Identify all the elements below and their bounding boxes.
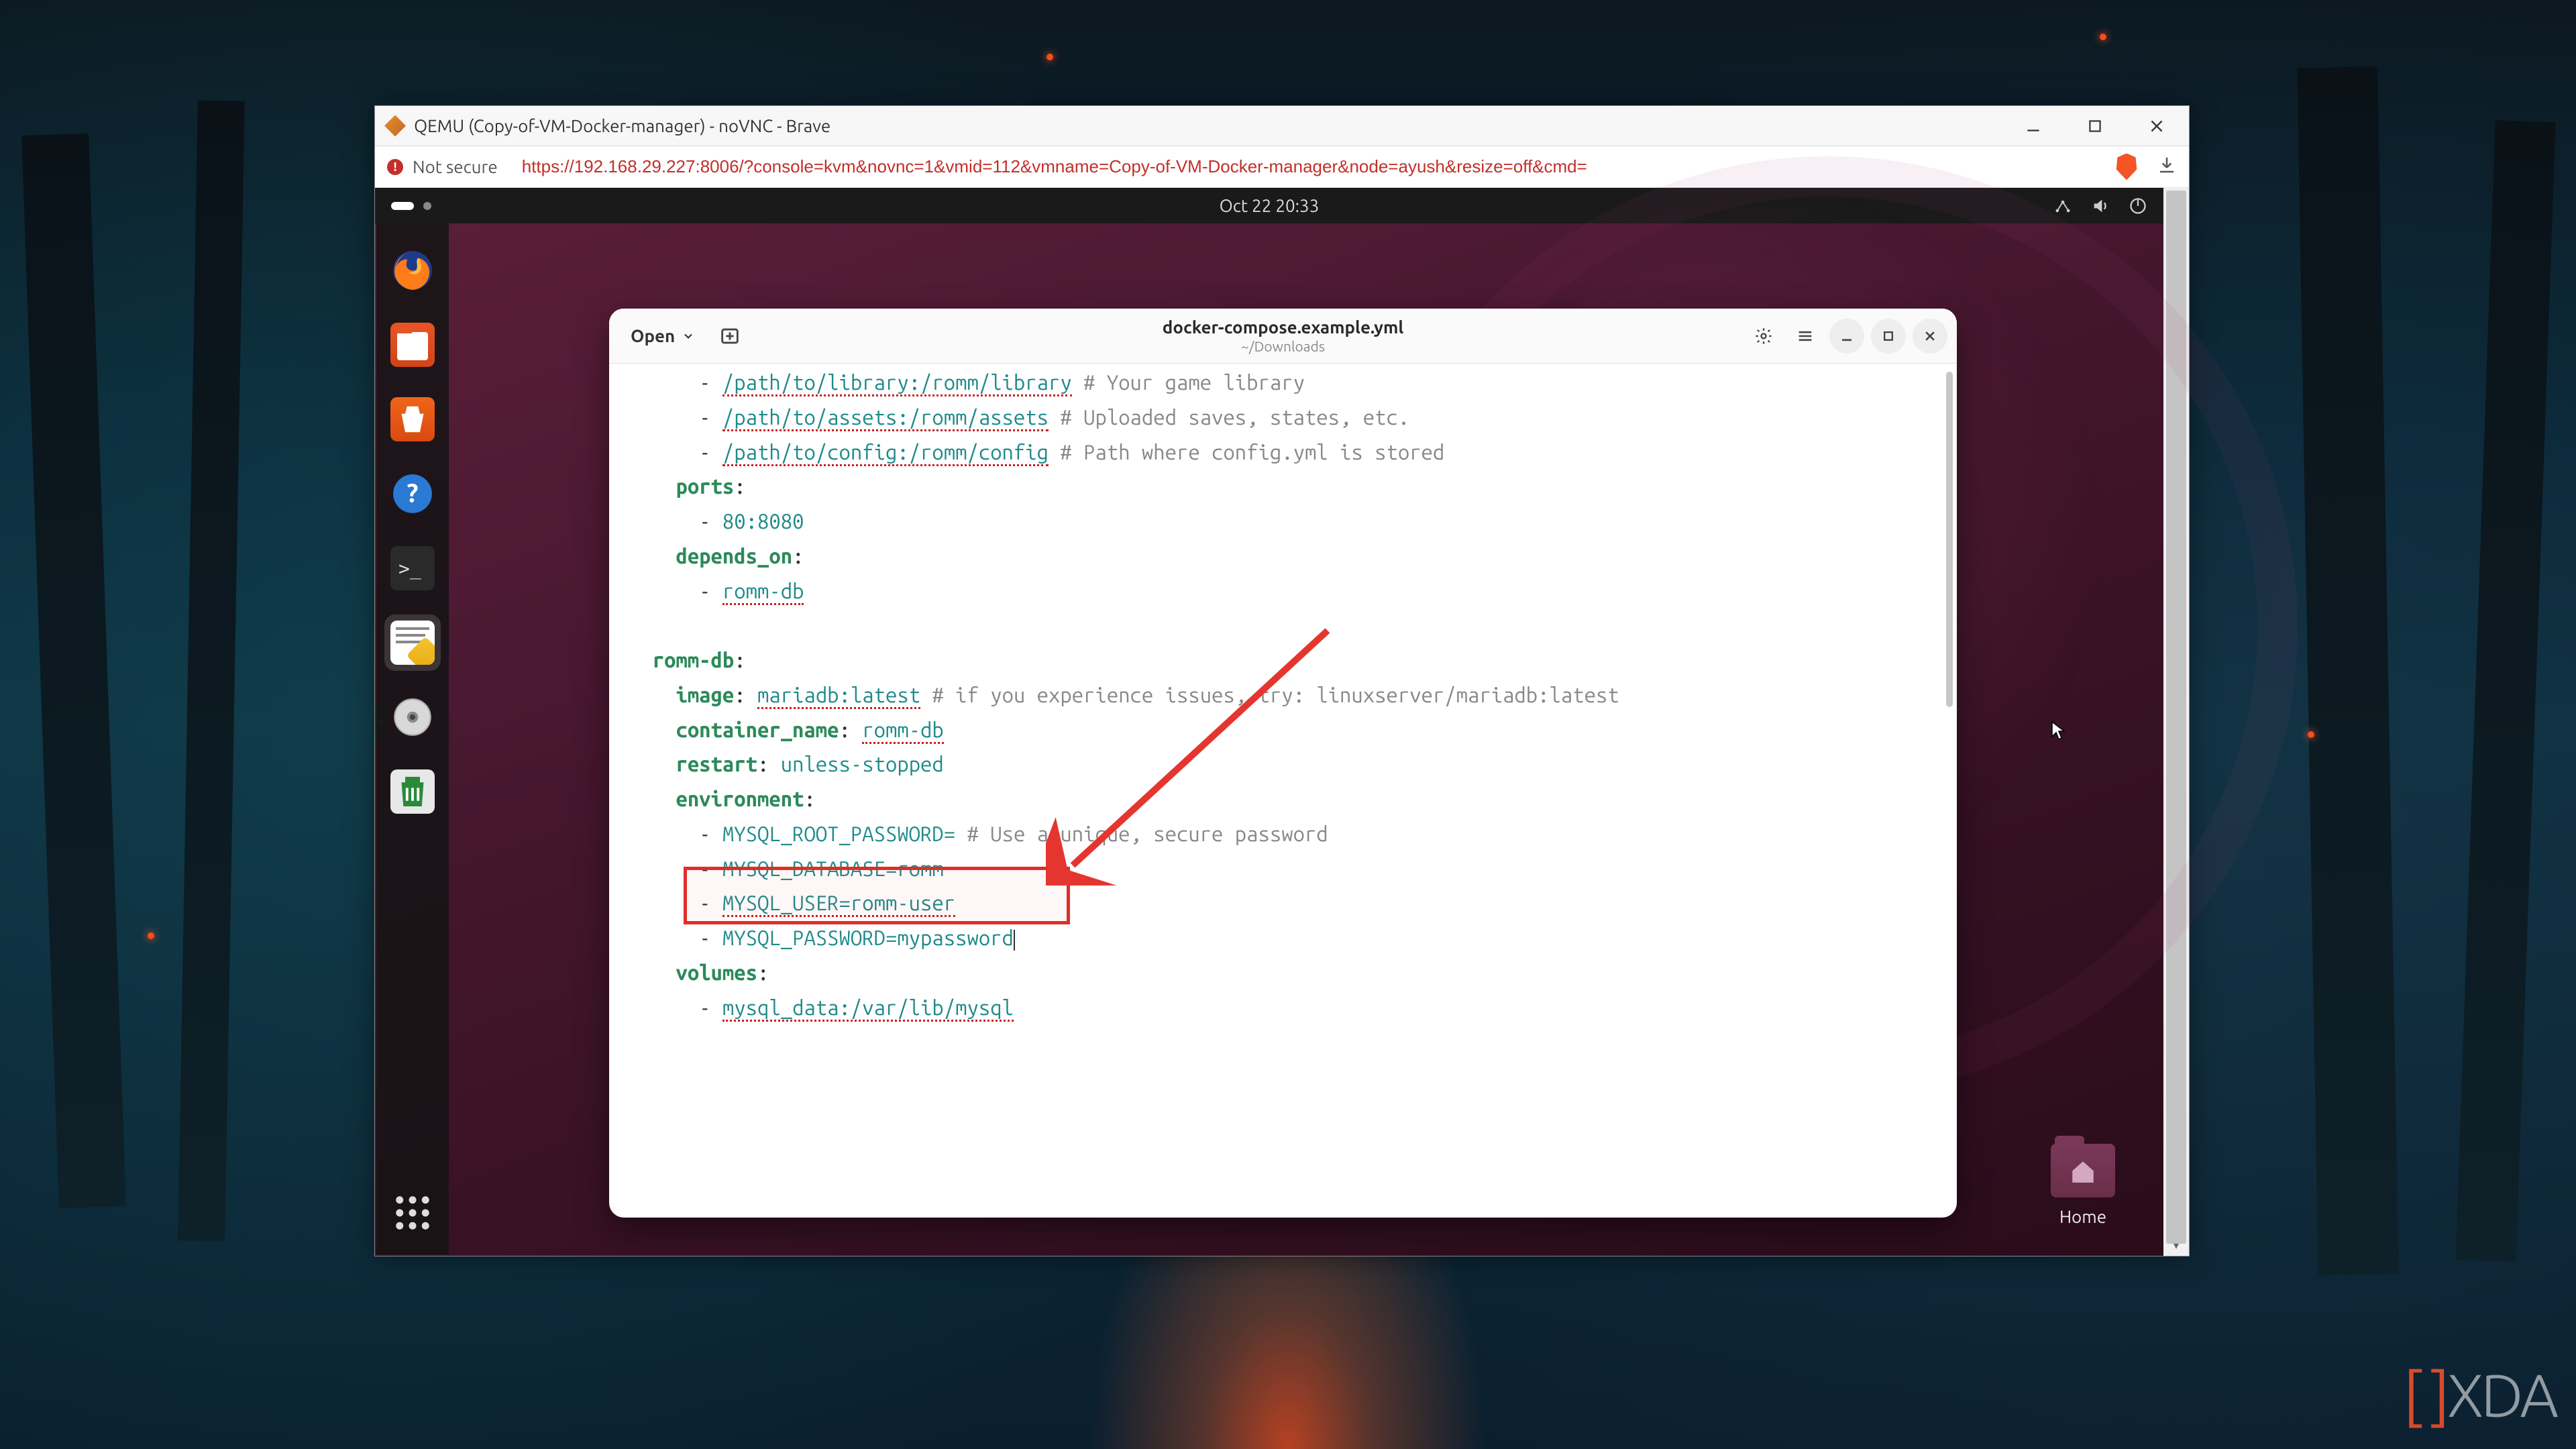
vnc-viewport: Oct 22 20:33 › bbox=[375, 188, 2163, 1256]
dock-show-apps[interactable] bbox=[384, 1185, 441, 1241]
editor-content[interactable]: - /path/to/library:/romm/library # Your … bbox=[609, 364, 1957, 1218]
new-tab-button[interactable] bbox=[712, 319, 747, 354]
workspace-dot-icon bbox=[423, 202, 431, 210]
window-close-button[interactable] bbox=[2143, 113, 2170, 140]
active-workspace-icon bbox=[391, 202, 414, 210]
minimize-icon bbox=[1837, 327, 1856, 345]
dock-disc[interactable] bbox=[384, 689, 441, 745]
window-titlebar[interactable]: QEMU (Copy-of-VM-Docker-manager) - noVNC… bbox=[375, 106, 2189, 146]
not-secure-icon[interactable]: ! bbox=[387, 159, 403, 175]
dock-software[interactable] bbox=[384, 391, 441, 447]
document-title: docker-compose.example.yml ~/Downloads bbox=[1163, 317, 1404, 354]
dock-help[interactable]: ? bbox=[384, 466, 441, 522]
not-secure-label[interactable]: Not secure bbox=[413, 157, 498, 176]
gear-icon bbox=[1754, 327, 1773, 345]
close-icon bbox=[1921, 327, 1939, 345]
svg-text:?: ? bbox=[407, 478, 418, 507]
gedit-maximize-button[interactable] bbox=[1871, 319, 1906, 354]
xda-watermark: [ ]XDA bbox=[2403, 1361, 2556, 1429]
chevron-down-icon bbox=[682, 329, 695, 343]
text-editor-window: Open docker-compose.example.yml ~/Downlo… bbox=[609, 309, 1957, 1218]
menu-button[interactable] bbox=[1788, 319, 1823, 354]
dock-files[interactable] bbox=[384, 317, 441, 373]
mouse-cursor-icon bbox=[2051, 720, 2067, 742]
activities-button[interactable] bbox=[391, 202, 431, 210]
brave-shields-icon[interactable] bbox=[2115, 154, 2138, 180]
dock-terminal[interactable]: >_ bbox=[384, 540, 441, 596]
clock[interactable]: Oct 22 20:33 bbox=[1220, 196, 1320, 215]
qemu-icon bbox=[384, 115, 406, 137]
dock-firefox[interactable] bbox=[384, 242, 441, 299]
maximize-icon bbox=[1879, 327, 1898, 345]
text-editor-headerbar[interactable]: Open docker-compose.example.yml ~/Downlo… bbox=[609, 309, 1957, 364]
system-tray[interactable] bbox=[2053, 197, 2147, 215]
window-title: QEMU (Copy-of-VM-Docker-manager) - noVNC… bbox=[414, 116, 830, 136]
annotation-highlight-box bbox=[684, 867, 1070, 924]
hamburger-icon bbox=[1796, 327, 1815, 345]
power-icon[interactable] bbox=[2129, 197, 2147, 215]
window-minimize-button[interactable] bbox=[2020, 113, 2047, 140]
volume-icon[interactable] bbox=[2091, 197, 2110, 215]
filename-label: docker-compose.example.yml bbox=[1163, 317, 1404, 337]
browser-window: QEMU (Copy-of-VM-Docker-manager) - noVNC… bbox=[374, 105, 2190, 1256]
gedit-close-button[interactable] bbox=[1913, 319, 1947, 354]
home-folder-icon bbox=[2051, 1144, 2115, 1197]
downloads-icon[interactable] bbox=[2157, 155, 2177, 178]
scrollbar-down-arrow[interactable]: ▾ bbox=[2163, 1234, 2189, 1256]
filepath-label: ~/Downloads bbox=[1163, 338, 1404, 354]
open-button[interactable]: Open bbox=[619, 319, 707, 352]
gedit-minimize-button[interactable] bbox=[1829, 319, 1864, 354]
network-icon[interactable] bbox=[2053, 197, 2072, 215]
home-label: Home bbox=[2043, 1207, 2123, 1226]
window-maximize-button[interactable] bbox=[2082, 113, 2108, 140]
ubuntu-dock: ? >_ bbox=[376, 223, 449, 1254]
desktop-home-folder[interactable]: Home bbox=[2043, 1144, 2123, 1226]
settings-button[interactable] bbox=[1746, 319, 1781, 354]
dock-trash[interactable] bbox=[384, 763, 441, 820]
editor-scrollbar[interactable] bbox=[1946, 372, 1953, 707]
dock-text-editor[interactable] bbox=[384, 614, 441, 671]
